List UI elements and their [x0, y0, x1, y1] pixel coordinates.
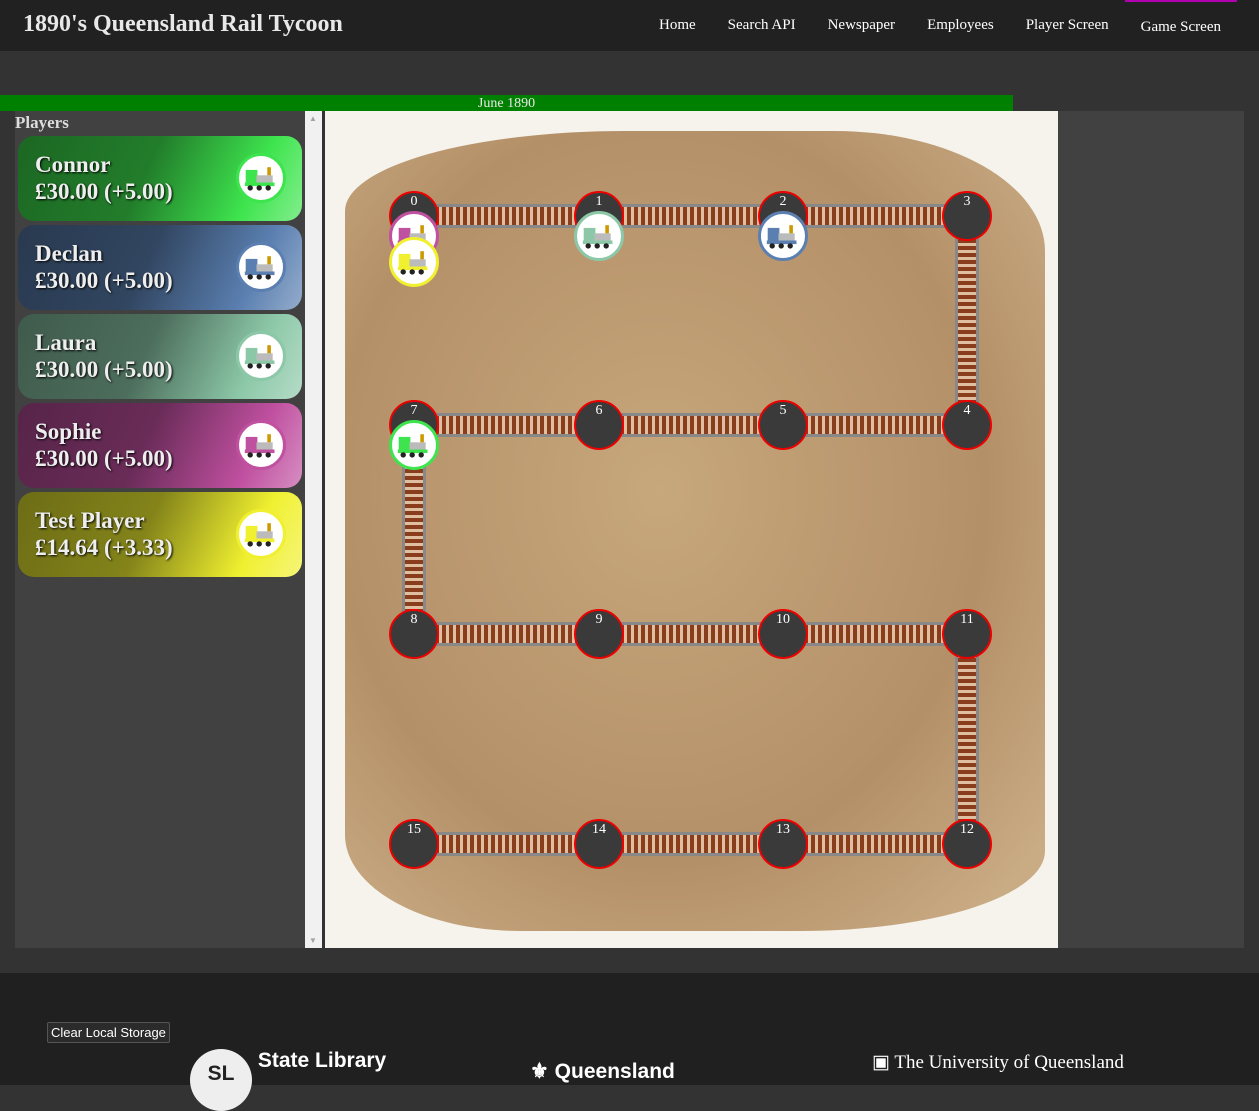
rail-track — [955, 216, 979, 425]
rail-track — [599, 413, 783, 437]
player-card[interactable]: Declan £30.00 (+5.00) — [18, 225, 302, 310]
player-train-token[interactable] — [758, 211, 808, 261]
players-heading: Players — [15, 113, 69, 132]
nav-employees[interactable]: Employees — [911, 0, 1010, 51]
player-train-token[interactable] — [389, 420, 439, 470]
rail-track — [414, 413, 599, 437]
station-node[interactable]: 3 — [942, 191, 992, 241]
sidebar-scrollbar[interactable]: ▲ ▼ — [305, 111, 322, 948]
nav-home[interactable]: Home — [643, 0, 712, 51]
queensland-logo: ⚜ Queensland — [530, 1060, 675, 1083]
rail-track — [414, 204, 599, 228]
nav-links: Home Search API Newspaper Employees Player S… — [643, 0, 1237, 51]
clear-local-storage-button[interactable]: Clear Local Storage — [47, 1022, 170, 1043]
rail-track — [783, 204, 967, 228]
rail-track — [414, 622, 599, 646]
app-title: 1890's Queensland Rail Tycoon — [23, 11, 343, 37]
rail-track — [599, 204, 783, 228]
station-node[interactable]: 13 — [758, 819, 808, 869]
train-icon — [236, 153, 286, 203]
right-panel — [1058, 111, 1244, 948]
player-card[interactable]: Laura £30.00 (+5.00) — [18, 314, 302, 399]
nav-newspaper[interactable]: Newspaper — [812, 0, 911, 51]
nav-player-screen[interactable]: Player Screen — [1010, 0, 1125, 51]
train-icon — [236, 420, 286, 470]
station-node[interactable]: 6 — [574, 400, 624, 450]
station-node[interactable]: 14 — [574, 819, 624, 869]
train-icon — [236, 331, 286, 381]
station-node[interactable]: 15 — [389, 819, 439, 869]
rail-track — [414, 832, 599, 856]
station-node[interactable]: 4 — [942, 400, 992, 450]
nav-search-api[interactable]: Search API — [712, 0, 812, 51]
players-sidebar: Players Connor £30.00 (+5.00) Declan £30.00… — [15, 111, 305, 948]
station-node[interactable]: 9 — [574, 609, 624, 659]
player-train-token[interactable] — [574, 211, 624, 261]
station-node[interactable]: 12 — [942, 819, 992, 869]
footer: Clear Local Storage SL State Library ⚜ Q… — [0, 973, 1259, 1111]
train-icon — [236, 242, 286, 292]
station-node[interactable]: 8 — [389, 609, 439, 659]
player-train-token[interactable] — [389, 237, 439, 287]
rail-track — [783, 622, 967, 646]
player-card[interactable]: Sophie £30.00 (+5.00) — [18, 403, 302, 488]
rail-track — [599, 832, 783, 856]
top-nav: 1890's Queensland Rail Tycoon Home Search… — [0, 0, 1259, 51]
rail-track — [783, 832, 967, 856]
station-node[interactable]: 11 — [942, 609, 992, 659]
state-library-logo: SL State Library — [190, 1049, 386, 1111]
nav-game-screen[interactable]: Game Screen — [1124, 0, 1237, 51]
map-background — [345, 131, 1045, 931]
rail-track — [955, 634, 979, 844]
rail-track — [599, 622, 783, 646]
date-bar: June 1890 — [0, 95, 1013, 111]
uq-logo: ▣ The University of Queensland — [872, 1052, 1124, 1073]
train-icon — [236, 509, 286, 559]
station-node[interactable]: 5 — [758, 400, 808, 450]
player-card[interactable]: Connor £30.00 (+5.00) — [18, 136, 302, 221]
player-card[interactable]: Test Player £14.64 (+3.33) — [18, 492, 302, 577]
station-node[interactable]: 10 — [758, 609, 808, 659]
rail-track — [783, 413, 967, 437]
game-board-map: 0 1 2 3 4 5 6 7 8 9 10 11 12 13 14 15 — [325, 111, 1058, 948]
